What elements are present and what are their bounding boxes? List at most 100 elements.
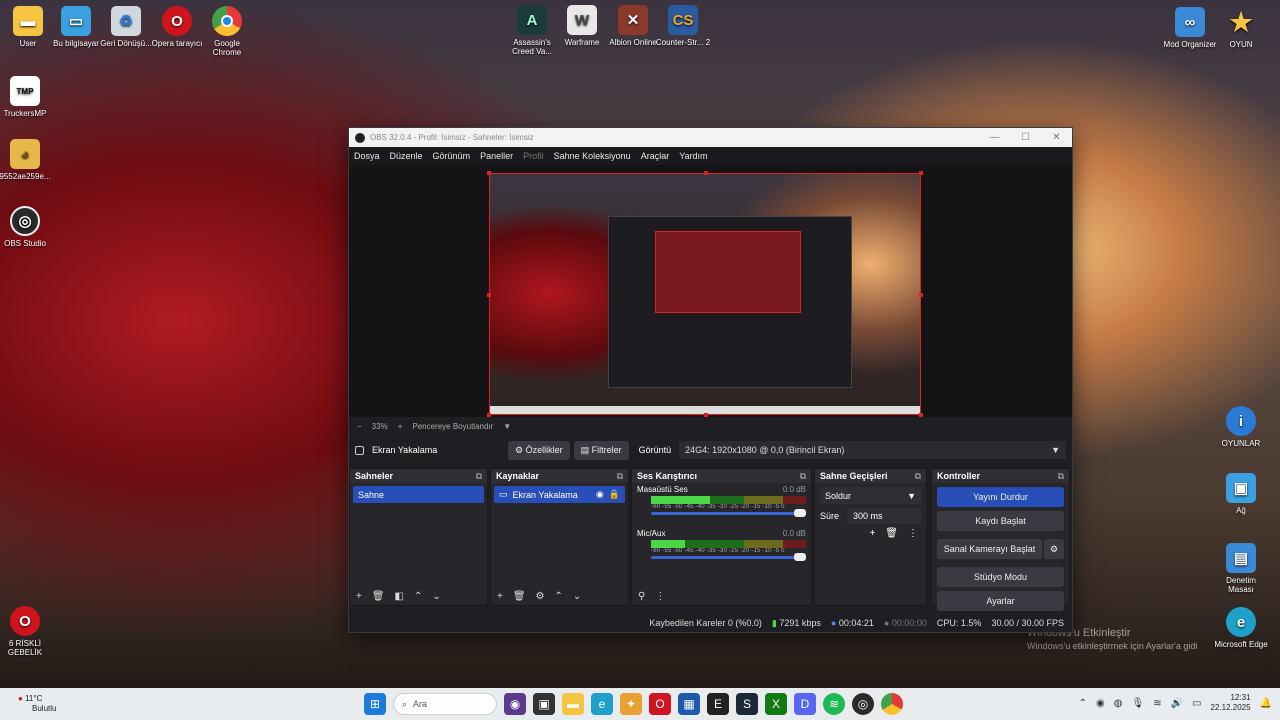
copilot-icon[interactable]: ✦ <box>620 693 642 715</box>
store-icon[interactable]: ▦ <box>678 693 700 715</box>
maximize-button[interactable]: ☐ <box>1010 132 1041 143</box>
desktop-icon-image-file[interactable]: ◕ 9552ae259e... <box>0 139 53 181</box>
transition-select[interactable]: Soldur ▼ <box>820 487 921 504</box>
desktop-icon-obs[interactable]: ◎ OBS Studio <box>0 206 53 248</box>
chevron-up-icon[interactable]: ⌃ <box>1079 698 1087 709</box>
desktop-icon-truckersmp[interactable]: TMP TruckersMP <box>0 76 53 118</box>
desktop-icon-this-pc[interactable]: ▭ Bu bilgisayar <box>48 6 104 48</box>
display-select[interactable]: 24G4: 1920x1080 @ 0,0 (Birincil Ekran) ▼ <box>679 441 1066 459</box>
network-tray-icon[interactable]: ◍ <box>1114 698 1123 709</box>
undock-icon[interactable]: ⧉ <box>915 471 921 482</box>
resize-handle[interactable] <box>704 171 708 175</box>
chevron-down-icon[interactable]: ⌄ <box>432 591 440 602</box>
desktop-icon-assassins-creed[interactable]: A Assassin's Creed Va... <box>504 5 560 56</box>
resize-handle[interactable] <box>919 293 923 297</box>
xbox-icon[interactable]: X <box>765 693 787 715</box>
widget-icon[interactable]: ◉ <box>504 693 526 715</box>
source-item[interactable]: ▭ Ekran Yakalama ◉ 🔒 <box>494 486 625 503</box>
epic-games-icon[interactable]: E <box>707 693 729 715</box>
start-recording-button[interactable]: Kaydı Başlat <box>937 511 1064 531</box>
opera-icon[interactable]: O <box>649 693 671 715</box>
add-icon[interactable]: + <box>869 528 875 539</box>
desktop-icon-albion[interactable]: ✕ Albion Online <box>605 5 661 47</box>
zoom-out-button[interactable]: − <box>357 422 362 431</box>
scene-item[interactable]: Sahne <box>353 486 484 503</box>
add-icon[interactable]: + <box>356 591 362 602</box>
notifications-icon[interactable]: 🔔 <box>1260 698 1272 709</box>
start-button[interactable]: ⊞ <box>364 693 386 715</box>
undock-icon[interactable]: ⧉ <box>617 471 623 482</box>
menu-duzenle[interactable]: Düzenle <box>390 151 423 161</box>
edge-icon[interactable]: e <box>591 693 613 715</box>
preview-canvas[interactable] <box>487 171 923 417</box>
properties-button[interactable]: ⚙ Özellikler <box>508 440 570 460</box>
gear-icon[interactable]: ⚙ <box>536 591 545 602</box>
undock-icon[interactable]: ⧉ <box>800 471 806 482</box>
eye-icon[interactable]: ◉ <box>596 489 604 500</box>
minimize-button[interactable]: — <box>979 132 1010 143</box>
volume-slider[interactable] <box>651 509 806 517</box>
link-icon[interactable]: ⚲ <box>638 591 645 602</box>
undock-icon[interactable]: ⧉ <box>476 471 482 482</box>
chevron-down-icon[interactable]: ▼ <box>503 422 511 431</box>
desktop-icon-control-panel[interactable]: ▤ Denetim Masası <box>1213 543 1269 594</box>
menu-profil[interactable]: Profil <box>523 151 544 161</box>
more-icon[interactable]: ⋮ <box>655 591 665 602</box>
resize-handle[interactable] <box>487 293 491 297</box>
lock-icon[interactable]: 🔒 <box>609 489 620 500</box>
scene-filters-icon[interactable]: ◧ <box>395 591 404 602</box>
menu-araclar[interactable]: Araçlar <box>641 151 670 161</box>
desktop-icon-edge[interactable]: e Microsoft Edge <box>1213 607 1269 649</box>
trash-icon[interactable]: 🗑 <box>513 591 526 602</box>
file-explorer-icon[interactable]: ▬ <box>562 693 584 715</box>
chevron-up-icon[interactable]: ⌃ <box>555 591 563 602</box>
chrome-icon[interactable] <box>881 693 903 715</box>
resize-handle[interactable] <box>487 171 491 175</box>
desktop-icon-chrome[interactable]: Google Chrome <box>199 6 255 57</box>
search-box[interactable]: ⌕ Ara <box>393 693 497 715</box>
clock[interactable]: 12:31 22.12.2025 <box>1211 693 1251 713</box>
discord-icon[interactable]: D <box>794 693 816 715</box>
add-icon[interactable]: + <box>497 591 503 602</box>
speaker-icon[interactable]: 🔊 <box>1171 698 1183 709</box>
desktop-icon-recycle-bin[interactable]: ♻ Geri Dönüşü... <box>98 6 154 48</box>
chevron-up-icon[interactable]: ⌃ <box>414 591 422 602</box>
close-button[interactable]: ✕ <box>1041 132 1072 143</box>
start-virtual-camera-button[interactable]: Sanal Kamerayı Başlat <box>937 539 1042 559</box>
more-icon[interactable]: ⋮ <box>908 528 918 539</box>
steam-icon[interactable]: S <box>736 693 758 715</box>
studio-mode-button[interactable]: Stüdyo Modu <box>937 567 1064 587</box>
battery-icon[interactable]: ▭ <box>1192 698 1201 709</box>
zoom-in-button[interactable]: + <box>398 422 403 431</box>
resize-handle[interactable] <box>487 413 491 417</box>
desktop-icon-risky-pregnancy[interactable]: O 6 RİSKLİ GEBELİK <box>0 606 53 657</box>
settings-button[interactable]: Ayarlar <box>937 591 1064 611</box>
menu-yardim[interactable]: Yardım <box>679 151 707 161</box>
menu-gorunum[interactable]: Görünüm <box>433 151 471 161</box>
stop-streaming-button[interactable]: Yayını Durdur <box>937 487 1064 507</box>
chevron-down-icon[interactable]: ⌄ <box>573 591 581 602</box>
desktop-icon-oyun[interactable]: ★ OYUN <box>1213 7 1269 50</box>
filters-button[interactable]: ▤ Filtreler <box>573 440 629 460</box>
gear-icon[interactable]: ⚙ <box>1044 539 1064 559</box>
wifi-icon[interactable]: ≋ <box>1153 698 1161 709</box>
desktop-icon-network[interactable]: ▣ Ağ <box>1213 473 1269 515</box>
weather-widget[interactable]: ● 11°C Bulutlu <box>18 694 56 714</box>
desktop-icon-mod-organizer[interactable]: ∞ Mod Organizer <box>1162 7 1218 49</box>
resize-handle[interactable] <box>704 413 708 417</box>
fit-to-window-label[interactable]: Pencereye Boyutlandır <box>412 422 493 431</box>
spotify-icon[interactable]: ≋ <box>823 693 845 715</box>
desktop-icon-opera[interactable]: O Opera tarayıcı <box>149 6 205 48</box>
trash-icon[interactable]: 🗑 <box>372 591 385 602</box>
menu-paneller[interactable]: Paneller <box>480 151 513 161</box>
obs-titlebar[interactable]: OBS 32.0.4 - Profil: İsimsiz - Sahneler:… <box>349 128 1072 147</box>
undock-icon[interactable]: ⧉ <box>1058 471 1064 482</box>
desktop-icon-cs2[interactable]: CS Counter-Str... 2 <box>655 5 711 47</box>
trash-icon[interactable]: 🗑 <box>885 528 898 539</box>
menu-dosya[interactable]: Dosya <box>354 151 380 161</box>
microphone-icon[interactable]: 🎙 <box>1132 698 1145 709</box>
resize-handle[interactable] <box>919 171 923 175</box>
desktop-icon-oyunlar[interactable]: i OYUNLAR <box>1213 406 1269 448</box>
resize-handle[interactable] <box>919 413 923 417</box>
slider-knob[interactable] <box>794 553 806 561</box>
